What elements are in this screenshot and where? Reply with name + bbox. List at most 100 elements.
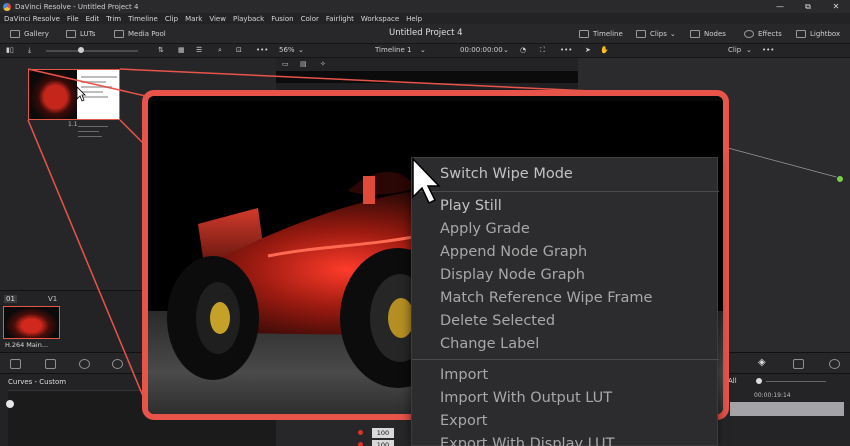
menu-change-label[interactable]: Change Label xyxy=(440,336,539,352)
window-controls: — ⧉ ✕ xyxy=(766,0,850,13)
scopes-icon[interactable] xyxy=(793,359,804,369)
luts-label: LUTs xyxy=(80,30,96,38)
nodes-label: Nodes xyxy=(704,30,726,38)
menu-delete-selected[interactable]: Delete Selected xyxy=(440,313,555,329)
magic-wand-icon[interactable]: ✧ xyxy=(320,60,326,68)
chevron-down-icon: ⌄ xyxy=(746,46,752,54)
menu-append-node-graph[interactable]: Append Node Graph xyxy=(440,244,587,260)
curve-handle[interactable] xyxy=(6,400,14,408)
split-view-icon[interactable]: ▭ xyxy=(282,60,289,68)
main-toolbar: Gallery LUTs Media Pool Untitled Project… xyxy=(0,24,850,44)
clip-thumbnail[interactable] xyxy=(3,306,60,339)
hdr-wheels-icon[interactable] xyxy=(112,359,123,369)
menu-trim[interactable]: Trim xyxy=(106,15,121,23)
chevron-down-icon: ⌄ xyxy=(669,30,676,38)
hand-tool-icon[interactable]: ✋ xyxy=(600,46,609,54)
keyframes-icon[interactable]: ◈ xyxy=(758,358,769,369)
project-title: Untitled Project 4 xyxy=(389,28,463,38)
timeline-label: Timeline xyxy=(593,30,623,38)
timeline-button[interactable]: Timeline xyxy=(579,28,623,40)
nodes-button[interactable]: Nodes xyxy=(690,28,726,40)
red-channel-marker[interactable] xyxy=(358,430,363,435)
list-view-icon[interactable]: ☰ xyxy=(196,46,202,54)
timeline-zoom-track[interactable] xyxy=(766,381,826,382)
filter-all[interactable]: All xyxy=(728,377,737,385)
color-match-icon[interactable] xyxy=(45,359,56,369)
menu-timeline[interactable]: Timeline xyxy=(128,15,158,23)
menu-export-with-display-lut[interactable]: Export With Display LUT xyxy=(440,436,615,446)
info-icon[interactable] xyxy=(829,359,840,369)
slider-handle[interactable] xyxy=(78,47,84,53)
fit-icon[interactable]: ⊡ xyxy=(236,46,242,54)
more-options-right[interactable]: ••• xyxy=(762,46,774,54)
clip-mode-selector[interactable]: Clip xyxy=(728,46,741,54)
color-wheels-icon[interactable] xyxy=(79,359,90,369)
timeline-clip-bar[interactable] xyxy=(730,402,844,416)
menu-davinci-resolve[interactable]: DaVinci Resolve xyxy=(4,15,60,23)
sort-icon[interactable]: ⇅ xyxy=(158,46,164,54)
node-output-dot[interactable] xyxy=(836,175,844,183)
menu-color[interactable]: Color xyxy=(301,15,319,23)
luts-button[interactable]: LUTs xyxy=(66,28,95,40)
grid-view-icon[interactable]: ▦ xyxy=(178,46,185,54)
menu-apply-grade[interactable]: Apply Grade xyxy=(440,221,530,237)
gallery-button[interactable]: Gallery xyxy=(10,28,49,40)
value-field-2[interactable]: 100 xyxy=(372,440,394,446)
menu-import-with-output-lut[interactable]: Import With Output LUT xyxy=(440,390,612,406)
gallery-still[interactable] xyxy=(28,69,120,120)
clips-button[interactable]: Clips ⌄ xyxy=(636,28,676,40)
timeline-zoom-handle[interactable] xyxy=(756,378,762,384)
menu-file[interactable]: File xyxy=(67,15,79,23)
more-options-left[interactable]: ••• xyxy=(256,46,268,54)
menu-import[interactable]: Import xyxy=(440,367,488,383)
clips-icon xyxy=(636,30,646,38)
maximize-button[interactable]: ⧉ xyxy=(794,0,822,13)
viewer-toolbar: ▮▯ ⤓ ⇅ ▦ ☰ ⌕ ⊡ ••• 56% ⌄ Timeline 1 ⌄ 00… xyxy=(0,44,850,58)
media-pool-button[interactable]: Media Pool xyxy=(114,28,166,40)
download-icon[interactable]: ⤓ xyxy=(28,46,31,55)
menu-switch-wipe-mode[interactable]: Switch Wipe Mode xyxy=(440,166,573,182)
clip-name: H.264 Main... xyxy=(5,341,49,349)
small-mouse-cursor-icon xyxy=(76,86,86,102)
effects-button[interactable]: Effects xyxy=(744,28,782,40)
red-channel-marker-2[interactable] xyxy=(358,442,363,446)
viewer-timecode[interactable]: 00:00:00:00 xyxy=(460,46,503,54)
more-options-mid[interactable]: ••• xyxy=(560,46,572,54)
chevron-down-icon: ⌄ xyxy=(298,46,304,54)
menu-edit[interactable]: Edit xyxy=(86,15,100,23)
close-button[interactable]: ✕ xyxy=(822,0,850,13)
timeline-selector[interactable]: Timeline 1 xyxy=(375,46,411,54)
red-value-field[interactable]: 100 xyxy=(372,428,394,438)
menu-help[interactable]: Help xyxy=(406,15,422,23)
image-wipe-icon[interactable]: ▤ xyxy=(300,60,307,68)
menu-play-still[interactable]: Play Still xyxy=(440,198,502,214)
panel-toggle-icon[interactable]: ▮▯ xyxy=(6,46,14,54)
camera-raw-icon[interactable] xyxy=(10,359,21,369)
timeline-icon xyxy=(579,30,589,38)
menu-mark[interactable]: Mark xyxy=(185,15,202,23)
viewer-frame xyxy=(276,71,578,83)
menu-export[interactable]: Export xyxy=(440,413,487,429)
track-label: V1 xyxy=(48,295,58,303)
pointer-tool-icon[interactable]: ➤ xyxy=(585,46,591,54)
lightbox-button[interactable]: Lightbox xyxy=(796,28,840,40)
menu-fairlight[interactable]: Fairlight xyxy=(326,15,354,23)
zoom-level[interactable]: 56% xyxy=(279,46,295,54)
menu-separator xyxy=(412,191,719,192)
menu-match-reference-wipe-frame[interactable]: Match Reference Wipe Frame xyxy=(440,290,652,306)
search-icon[interactable]: ⌕ xyxy=(218,46,222,55)
color-picker-icon[interactable]: ◔ xyxy=(520,46,526,54)
menu-workspace[interactable]: Workspace xyxy=(361,15,399,23)
thumbnail-size-slider[interactable] xyxy=(46,50,138,52)
curves-title: Curves - Custom xyxy=(8,378,67,386)
fullscreen-icon[interactable]: ⛶ xyxy=(540,46,545,55)
menu-display-node-graph[interactable]: Display Node Graph xyxy=(440,267,585,283)
resolve-window: DaVinci Resolve - Untitled Project 4 — ⧉… xyxy=(0,0,850,446)
still-image xyxy=(29,70,77,119)
minimize-button[interactable]: — xyxy=(766,0,794,13)
menu-clip[interactable]: Clip xyxy=(165,15,178,23)
menu-playback[interactable]: Playback xyxy=(233,15,264,23)
menu-view[interactable]: View xyxy=(209,15,226,23)
still-label: 1.1 xyxy=(68,121,78,128)
menu-fusion[interactable]: Fusion xyxy=(271,15,293,23)
